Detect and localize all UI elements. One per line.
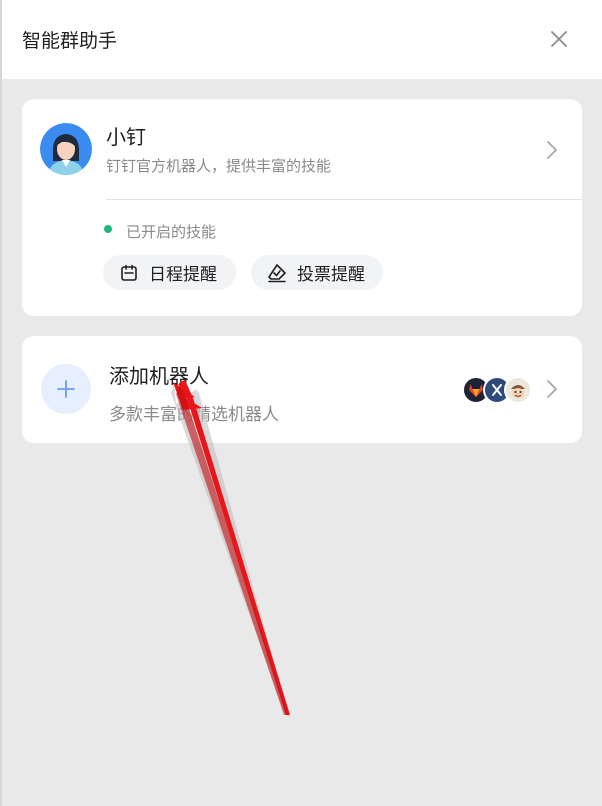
bot-name: 小钉: [106, 125, 146, 149]
close-button[interactable]: [542, 22, 576, 56]
bot-description: 钉钉官方机器人，提供丰富的技能: [106, 157, 332, 175]
robot-avatar-stack: [462, 376, 532, 406]
close-icon: [551, 31, 567, 47]
skill-label: 投票提醒: [297, 265, 365, 285]
add-robot-description: 多款丰富的精选机器人: [109, 405, 279, 425]
chevron-right-icon[interactable]: [544, 139, 560, 161]
vote-icon: [268, 263, 286, 282]
status-dot: [104, 225, 112, 233]
add-robot-card[interactable]: 添加机器人 多款丰富的精选机器人: [22, 336, 582, 443]
panel-title: 智能群助手: [22, 30, 118, 52]
add-button[interactable]: [41, 364, 91, 414]
divider: [106, 199, 582, 200]
plus-icon: [57, 380, 75, 398]
chevron-right-icon[interactable]: [544, 378, 560, 400]
add-robot-title: 添加机器人: [109, 364, 209, 388]
panel-header: 智能群助手: [2, 0, 602, 79]
skill-label: 日程提醒: [149, 265, 217, 285]
window-edge: [0, 0, 2, 806]
enabled-skills-label: 已开启的技能: [126, 223, 217, 241]
skill-vote-reminder[interactable]: 投票提醒: [251, 255, 383, 290]
bot-card-xiaoding[interactable]: 小钉 钉钉官方机器人，提供丰富的技能 已开启的技能 日程提醒 投票提醒: [22, 99, 582, 316]
skill-schedule-reminder[interactable]: 日程提醒: [103, 255, 236, 290]
pirate-bot-avatar: [504, 376, 532, 404]
calendar-icon: [121, 264, 137, 281]
bot-avatar: [40, 123, 92, 175]
